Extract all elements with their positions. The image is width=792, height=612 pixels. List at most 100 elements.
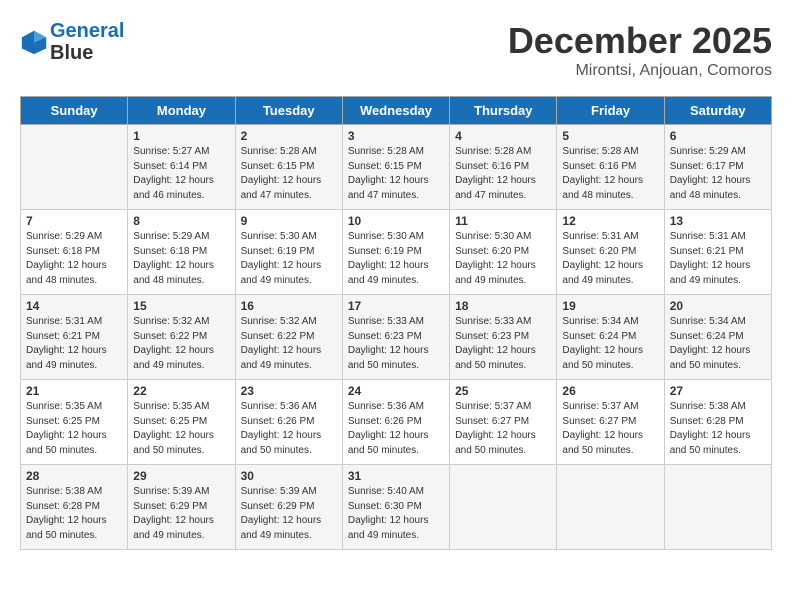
calendar-cell: 10 Sunrise: 5:30 AM Sunset: 6:19 PM Dayli…: [342, 210, 449, 295]
calendar-cell: 30 Sunrise: 5:39 AM Sunset: 6:29 PM Dayli…: [235, 465, 342, 550]
cell-info: Sunrise: 5:28 AM Sunset: 6:15 PM Dayligh…: [241, 145, 337, 203]
cell-info: Sunrise: 5:36 AM Sunset: 6:26 PM Dayligh…: [241, 400, 337, 458]
day-number: 15: [133, 299, 229, 313]
calendar-cell: 3 Sunrise: 5:28 AM Sunset: 6:15 PM Daylig…: [342, 125, 449, 210]
day-number: 3: [348, 129, 444, 143]
day-number: 9: [241, 214, 337, 228]
calendar-cell: 16 Sunrise: 5:32 AM Sunset: 6:22 PM Dayli…: [235, 295, 342, 380]
calendar-body: 1 Sunrise: 5:27 AM Sunset: 6:14 PM Daylig…: [21, 125, 772, 550]
calendar-cell: 24Sunrise: 5:36 AM Sunset: 6:26 PM Dayli…: [342, 380, 449, 465]
cell-info: Sunrise: 5:29 AM Sunset: 6:18 PM Dayligh…: [133, 230, 229, 288]
cell-info: Sunrise: 5:33 AM Sunset: 6:23 PM Dayligh…: [455, 315, 551, 373]
calendar-cell: 29Sunrise: 5:39 AM Sunset: 6:29 PM Dayli…: [128, 465, 235, 550]
day-number: 12: [562, 214, 658, 228]
cell-info: Sunrise: 5:37 AM Sunset: 6:27 PM Dayligh…: [455, 400, 551, 458]
day-number: 22: [133, 384, 229, 398]
calendar-cell: 19Sunrise: 5:34 AM Sunset: 6:24 PM Dayli…: [557, 295, 664, 380]
calendar-cell: [557, 465, 664, 550]
cell-info: Sunrise: 5:39 AM Sunset: 6:29 PM Dayligh…: [241, 485, 337, 543]
calendar-cell: 17Sunrise: 5:33 AM Sunset: 6:23 PM Dayli…: [342, 295, 449, 380]
calendar-cell: [21, 125, 128, 210]
week-row-4: 21 Sunrise: 5:35 AM Sunset: 6:25 PM Dayli…: [21, 380, 772, 465]
day-header-tuesday: Tuesday: [235, 97, 342, 125]
calendar-cell: 6 Sunrise: 5:29 AM Sunset: 6:17 PM Daylig…: [664, 125, 771, 210]
cell-info: Sunrise: 5:30 AM Sunset: 6:19 PM Dayligh…: [241, 230, 337, 288]
cell-info: Sunrise: 5:31 AM Sunset: 6:21 PM Dayligh…: [26, 315, 122, 373]
day-number: 30: [241, 469, 337, 483]
cell-info: Sunrise: 5:31 AM Sunset: 6:21 PM Dayligh…: [670, 230, 766, 288]
logo-text: General Blue: [50, 20, 124, 64]
day-number: 1: [133, 129, 229, 143]
cell-info: Sunrise: 5:35 AM Sunset: 6:25 PM Dayligh…: [26, 400, 122, 458]
day-header-friday: Friday: [557, 97, 664, 125]
calendar-table: SundayMondayTuesdayWednesdayThursdayFrid…: [20, 96, 772, 550]
cell-info: Sunrise: 5:29 AM Sunset: 6:18 PM Dayligh…: [26, 230, 122, 288]
day-number: 28: [26, 469, 122, 483]
day-number: 18: [455, 299, 551, 313]
day-number: 27: [670, 384, 766, 398]
day-number: 17: [348, 299, 444, 313]
cell-info: Sunrise: 5:38 AM Sunset: 6:28 PM Dayligh…: [670, 400, 766, 458]
week-row-2: 7 Sunrise: 5:29 AM Sunset: 6:18 PM Daylig…: [21, 210, 772, 295]
cell-info: Sunrise: 5:32 AM Sunset: 6:22 PM Dayligh…: [133, 315, 229, 373]
day-header-saturday: Saturday: [664, 97, 771, 125]
day-number: 31: [348, 469, 444, 483]
calendar-cell: 9 Sunrise: 5:30 AM Sunset: 6:19 PM Daylig…: [235, 210, 342, 295]
calendar-cell: [664, 465, 771, 550]
day-number: 26: [562, 384, 658, 398]
week-row-5: 28 Sunrise: 5:38 AM Sunset: 6:28 PM Dayli…: [21, 465, 772, 550]
calendar-cell: 2 Sunrise: 5:28 AM Sunset: 6:15 PM Daylig…: [235, 125, 342, 210]
day-header-sunday: Sunday: [21, 97, 128, 125]
month-title: December 2025: [508, 20, 772, 62]
day-number: 21: [26, 384, 122, 398]
page-header: General Blue December 2025 Mirontsi, Anj…: [20, 20, 772, 80]
calendar-cell: 27 Sunrise: 5:38 AM Sunset: 6:28 PM Dayli…: [664, 380, 771, 465]
cell-info: Sunrise: 5:31 AM Sunset: 6:20 PM Dayligh…: [562, 230, 658, 288]
cell-info: Sunrise: 5:28 AM Sunset: 6:16 PM Dayligh…: [455, 145, 551, 203]
day-number: 8: [133, 214, 229, 228]
calendar-cell: 12 Sunrise: 5:31 AM Sunset: 6:20 PM Dayli…: [557, 210, 664, 295]
day-number: 7: [26, 214, 122, 228]
day-number: 14: [26, 299, 122, 313]
calendar-cell: 28 Sunrise: 5:38 AM Sunset: 6:28 PM Dayli…: [21, 465, 128, 550]
day-number: 16: [241, 299, 337, 313]
cell-info: Sunrise: 5:27 AM Sunset: 6:14 PM Dayligh…: [133, 145, 229, 203]
day-number: 13: [670, 214, 766, 228]
cell-info: Sunrise: 5:34 AM Sunset: 6:24 PM Dayligh…: [670, 315, 766, 373]
calendar-cell: 14 Sunrise: 5:31 AM Sunset: 6:21 PM Dayli…: [21, 295, 128, 380]
day-number: 2: [241, 129, 337, 143]
day-number: 23: [241, 384, 337, 398]
cell-info: Sunrise: 5:37 AM Sunset: 6:27 PM Dayligh…: [562, 400, 658, 458]
week-row-1: 1 Sunrise: 5:27 AM Sunset: 6:14 PM Daylig…: [21, 125, 772, 210]
week-row-3: 14 Sunrise: 5:31 AM Sunset: 6:21 PM Dayli…: [21, 295, 772, 380]
calendar-cell: 23 Sunrise: 5:36 AM Sunset: 6:26 PM Dayli…: [235, 380, 342, 465]
calendar-cell: 21 Sunrise: 5:35 AM Sunset: 6:25 PM Dayli…: [21, 380, 128, 465]
calendar-cell: 4Sunrise: 5:28 AM Sunset: 6:16 PM Daylig…: [450, 125, 557, 210]
calendar-cell: 31 Sunrise: 5:40 AM Sunset: 6:30 PM Dayli…: [342, 465, 449, 550]
cell-info: Sunrise: 5:28 AM Sunset: 6:15 PM Dayligh…: [348, 145, 444, 203]
logo: General Blue: [20, 20, 124, 64]
cell-info: Sunrise: 5:38 AM Sunset: 6:28 PM Dayligh…: [26, 485, 122, 543]
calendar-cell: 25 Sunrise: 5:37 AM Sunset: 6:27 PM Dayli…: [450, 380, 557, 465]
cell-info: Sunrise: 5:32 AM Sunset: 6:22 PM Dayligh…: [241, 315, 337, 373]
day-number: 11: [455, 214, 551, 228]
cell-info: Sunrise: 5:40 AM Sunset: 6:30 PM Dayligh…: [348, 485, 444, 543]
logo-icon: [20, 28, 48, 56]
cell-info: Sunrise: 5:35 AM Sunset: 6:25 PM Dayligh…: [133, 400, 229, 458]
cell-info: Sunrise: 5:30 AM Sunset: 6:19 PM Dayligh…: [348, 230, 444, 288]
cell-info: Sunrise: 5:28 AM Sunset: 6:16 PM Dayligh…: [562, 145, 658, 203]
title-block: December 2025 Mirontsi, Anjouan, Comoros: [508, 20, 772, 80]
day-number: 6: [670, 129, 766, 143]
calendar-cell: 11Sunrise: 5:30 AM Sunset: 6:20 PM Dayli…: [450, 210, 557, 295]
day-number: 25: [455, 384, 551, 398]
day-number: 10: [348, 214, 444, 228]
day-header-monday: Monday: [128, 97, 235, 125]
calendar-cell: 26 Sunrise: 5:37 AM Sunset: 6:27 PM Dayli…: [557, 380, 664, 465]
calendar-cell: 13 Sunrise: 5:31 AM Sunset: 6:21 PM Dayli…: [664, 210, 771, 295]
day-header-thursday: Thursday: [450, 97, 557, 125]
calendar-cell: 8 Sunrise: 5:29 AM Sunset: 6:18 PM Daylig…: [128, 210, 235, 295]
location: Mirontsi, Anjouan, Comoros: [508, 62, 772, 80]
calendar-cell: 18 Sunrise: 5:33 AM Sunset: 6:23 PM Dayli…: [450, 295, 557, 380]
cell-info: Sunrise: 5:29 AM Sunset: 6:17 PM Dayligh…: [670, 145, 766, 203]
cell-info: Sunrise: 5:34 AM Sunset: 6:24 PM Dayligh…: [562, 315, 658, 373]
